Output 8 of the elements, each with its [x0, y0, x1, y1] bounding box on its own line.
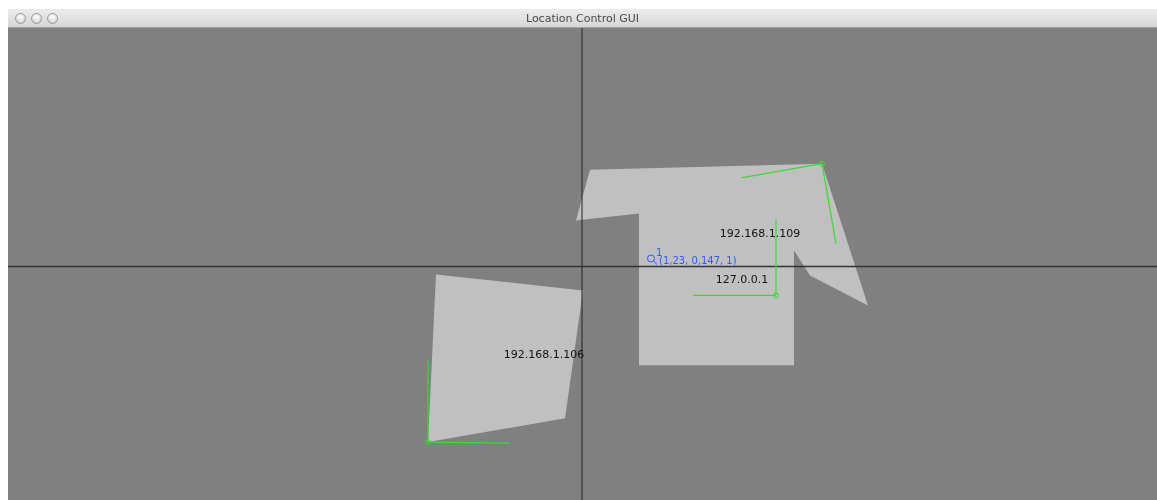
target-marker-icon [647, 254, 658, 265]
zoom-button[interactable] [47, 12, 58, 24]
window-title: Location Control GUI [525, 11, 640, 25]
robot-label: 192.168.1.109 [719, 226, 801, 240]
close-button[interactable] [15, 12, 26, 24]
minimize-button[interactable] [31, 12, 42, 24]
robot-axes-icon [425, 359, 511, 446]
robot-label: 127.0.0.1 [715, 273, 769, 287]
